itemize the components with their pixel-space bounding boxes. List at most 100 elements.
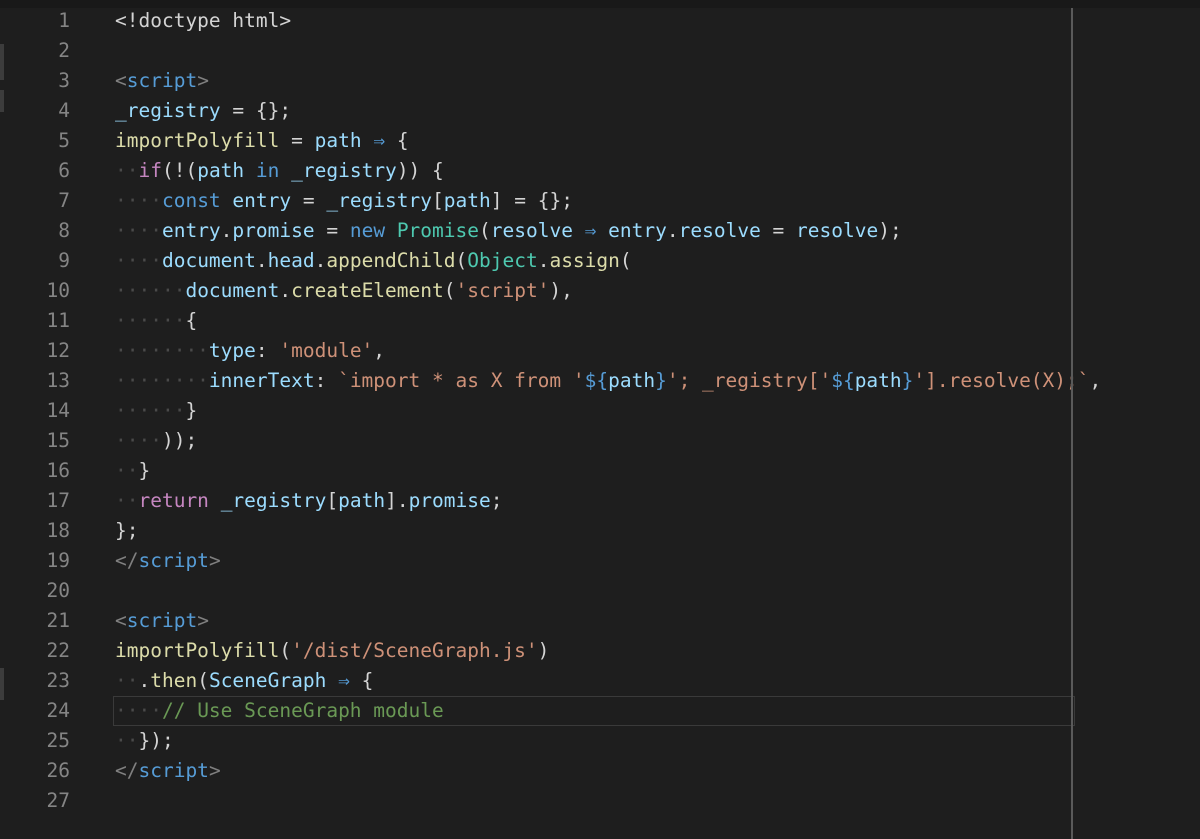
code-line[interactable] xyxy=(115,786,1200,816)
code-token: }; xyxy=(115,519,139,542)
code-area[interactable]: <!doctype html> <script> _registry = {}; i… xyxy=(113,6,1200,816)
line-number: 15 xyxy=(46,429,70,452)
code-line[interactable]: </script> xyxy=(115,546,1200,576)
line-number: 22 xyxy=(46,639,70,662)
code-line[interactable]: ····)); xyxy=(115,426,1200,456)
code-token: > xyxy=(197,69,209,92)
code-token: ( xyxy=(479,219,491,242)
code-token: . xyxy=(138,669,151,692)
code-token: ); xyxy=(878,219,902,242)
code-token: ···· xyxy=(115,429,162,452)
code-token: . xyxy=(255,249,268,272)
code-token: path xyxy=(197,159,245,182)
code-token: = xyxy=(314,219,350,242)
code-line[interactable]: <script> xyxy=(115,66,1200,96)
code-token: ( xyxy=(619,249,632,272)
code-token: entry xyxy=(161,219,221,242)
code-token: ·· xyxy=(115,669,139,692)
code-token: _registry xyxy=(115,99,221,122)
code-line[interactable] xyxy=(115,36,1200,66)
line-number: 1 xyxy=(58,9,70,32)
code-token: assign xyxy=(549,249,620,272)
code-token: <!doctype html> xyxy=(115,9,292,32)
code-token: = xyxy=(279,129,315,152)
code-line[interactable]: ····entry.promise = new Promise(resolve … xyxy=(115,216,1200,246)
code-token: </ xyxy=(115,549,139,572)
code-token: )); xyxy=(161,429,198,452)
code-token: promise xyxy=(408,489,491,512)
code-token: ········ xyxy=(115,369,209,392)
code-token: ···· xyxy=(115,699,162,722)
code-line[interactable]: ········innerText: `import * as X from '… xyxy=(115,366,1200,396)
code-token: } xyxy=(185,399,198,422)
code-token: . xyxy=(220,219,233,242)
code-token: [ xyxy=(432,189,444,212)
code-token: (!( xyxy=(161,159,198,182)
code-token: } xyxy=(655,369,667,392)
code-line[interactable]: ··} xyxy=(115,456,1200,486)
code-token: if xyxy=(138,159,162,182)
code-line[interactable]: importPolyfill = path ⇒ { xyxy=(115,126,1200,156)
code-line[interactable]: ····// Use SceneGraph module xyxy=(113,696,1075,726)
code-token: script xyxy=(126,609,198,632)
code-line[interactable]: _registry = {}; xyxy=(115,96,1200,126)
line-number: 23 xyxy=(46,669,70,692)
code-line[interactable]: </script> xyxy=(115,756,1200,786)
line-number: 20 xyxy=(46,579,70,602)
code-line[interactable]: ····const entry = _registry[path] = {}; xyxy=(115,186,1200,216)
code-line[interactable] xyxy=(115,576,1200,606)
code-token: > xyxy=(197,609,209,632)
code-token: document xyxy=(161,249,256,272)
code-token: = xyxy=(291,189,327,212)
line-number: 9 xyxy=(58,249,70,272)
code-token: createElement xyxy=(291,279,444,302)
code-line[interactable]: <!doctype html> xyxy=(115,6,1200,36)
code-token: importPolyfill xyxy=(115,129,280,152)
code-line[interactable]: ··}); xyxy=(115,726,1200,756)
code-token: 'script' xyxy=(455,279,550,302)
code-token: innerText xyxy=(208,369,315,392)
line-number: 6 xyxy=(58,159,70,182)
code-line[interactable]: ····document.head.appendChild(Object.ass… xyxy=(115,246,1200,276)
line-number: 3 xyxy=(58,69,70,92)
code-line[interactable]: ······{ xyxy=(115,306,1200,336)
code-token: ······ xyxy=(115,399,186,422)
code-token: `import * as X from ' xyxy=(338,369,585,392)
code-line[interactable]: ··return _registry[path].promise; xyxy=(115,486,1200,516)
code-line[interactable]: <script> xyxy=(115,606,1200,636)
code-token: , xyxy=(373,339,386,362)
code-token: ${ xyxy=(831,369,855,392)
code-token: path xyxy=(314,129,362,152)
code-line[interactable]: ··if(!(path in _registry)) { xyxy=(115,156,1200,186)
code-token: in xyxy=(244,159,292,182)
code-token: ), xyxy=(549,279,573,302)
code-token: { xyxy=(185,309,198,332)
line-number: 21 xyxy=(46,609,70,632)
code-line[interactable]: ······document.createElement('script'), xyxy=(115,276,1200,306)
code-token: ${ xyxy=(584,369,609,392)
code-token: '/dist/SceneGraph.js' xyxy=(291,639,538,662)
code-token: _registry xyxy=(220,489,327,512)
code-line[interactable]: }; xyxy=(115,516,1200,546)
code-token: type xyxy=(208,339,256,362)
code-token: path xyxy=(338,489,386,512)
code-token: ·· xyxy=(115,729,139,752)
code-line[interactable]: ······} xyxy=(115,396,1200,426)
code-token: '].resolve(X);` xyxy=(913,369,1090,392)
code-line[interactable]: ········type: 'module', xyxy=(115,336,1200,366)
code-line[interactable]: ··.then(SceneGraph ⇒ { xyxy=(115,666,1200,696)
code-token: ; xyxy=(490,489,503,512)
code-token: ) xyxy=(537,639,550,662)
code-editor[interactable]: 1 2 3 4 5 6 7 8 9 10 11 12 13 14 15 16 17 18 19 20 21 22 23 24 2… xyxy=(0,0,1200,839)
line-number: 16 xyxy=(46,459,70,482)
code-token: ⇒ xyxy=(361,129,397,152)
code-token: head xyxy=(267,249,315,272)
code-token: importPolyfill xyxy=(115,639,280,662)
code-line[interactable]: importPolyfill('/dist/SceneGraph.js') xyxy=(115,636,1200,666)
line-number: 17 xyxy=(46,489,70,512)
line-number: 14 xyxy=(46,399,70,422)
code-token: path xyxy=(608,369,656,392)
code-token: ·· xyxy=(115,459,139,482)
line-number: 19 xyxy=(46,549,70,572)
